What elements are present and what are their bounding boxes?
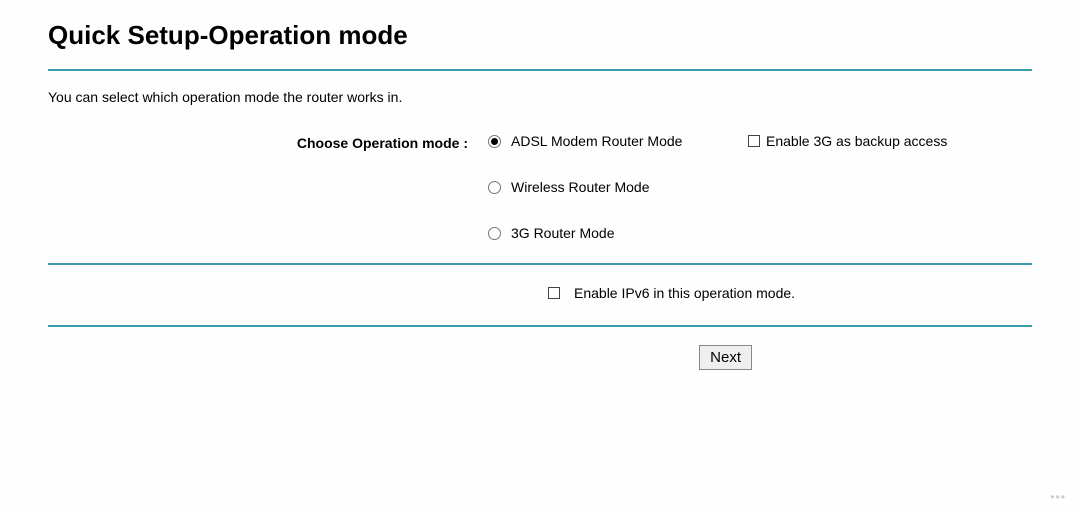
intro-text: You can select which operation mode the …	[48, 89, 1032, 105]
radio-option-adsl[interactable]: ADSL Modem Router Mode	[488, 133, 748, 149]
radio-label: 3G Router Mode	[511, 225, 615, 241]
radio-option-3g[interactable]: 3G Router Mode	[488, 225, 748, 241]
radio-label: Wireless Router Mode	[511, 179, 650, 195]
page-title: Quick Setup-Operation mode	[48, 20, 1032, 51]
checkbox-icon[interactable]	[748, 135, 760, 147]
checkbox-icon[interactable]	[548, 287, 560, 299]
radio-label: ADSL Modem Router Mode	[511, 133, 682, 149]
next-button[interactable]: Next	[699, 345, 752, 370]
checkbox-3g-backup[interactable]: Enable 3G as backup access	[748, 133, 947, 149]
radio-icon[interactable]	[488, 181, 501, 194]
checkbox-label: Enable 3G as backup access	[766, 133, 947, 149]
radio-icon[interactable]	[488, 227, 501, 240]
operation-mode-label: Choose Operation mode :	[48, 133, 488, 151]
checkbox-label: Enable IPv6 in this operation mode.	[574, 285, 795, 301]
checkbox-ipv6[interactable]: Enable IPv6 in this operation mode.	[548, 285, 795, 301]
resize-grip-icon: •••	[1050, 490, 1066, 504]
radio-icon[interactable]	[488, 135, 501, 148]
radio-option-wireless[interactable]: Wireless Router Mode	[488, 179, 748, 195]
divider	[48, 69, 1032, 71]
